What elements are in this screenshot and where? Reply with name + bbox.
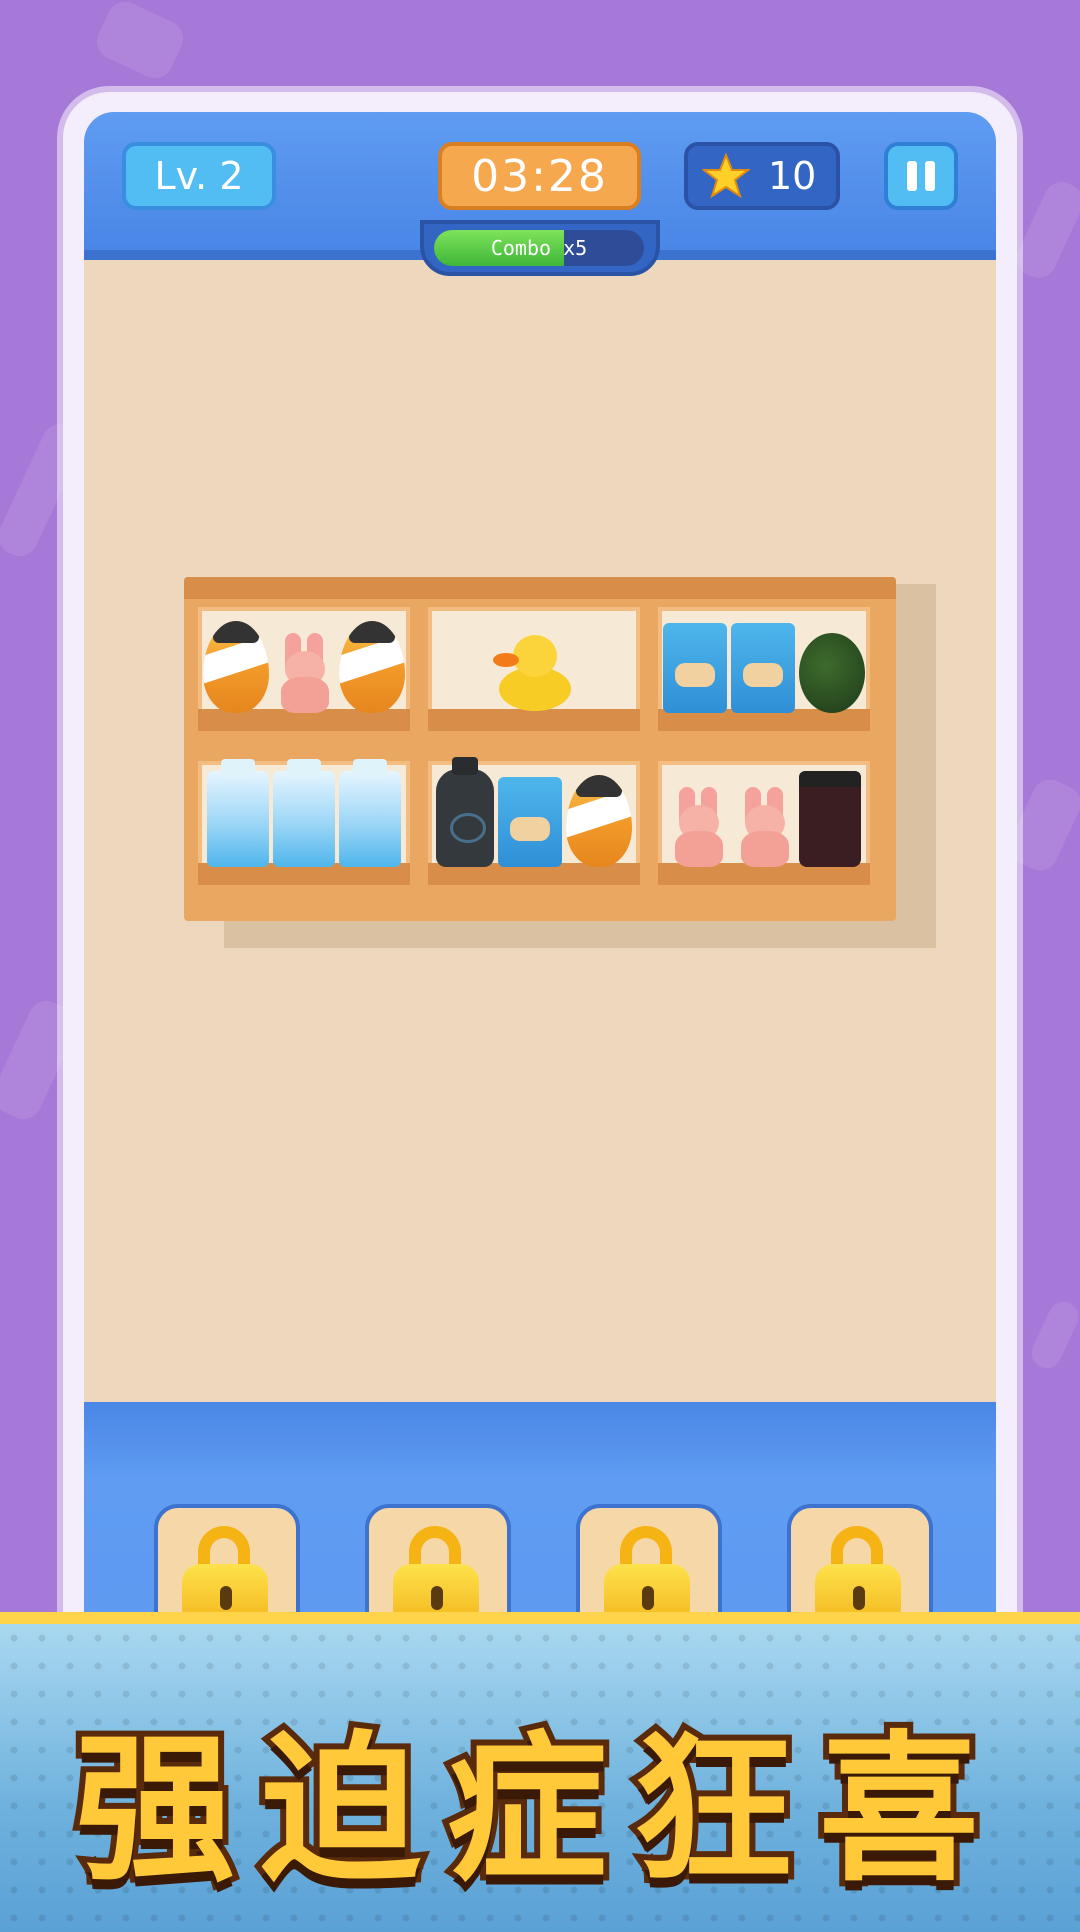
milk-item[interactable] [339,759,401,867]
lock-icon [182,1526,268,1628]
jar-item[interactable] [799,771,861,867]
chips-item[interactable] [498,777,562,867]
bottle-item[interactable] [436,757,494,867]
bunny-item[interactable] [273,633,335,713]
lock-icon [604,1526,690,1628]
shelf-cell[interactable] [428,607,640,731]
shelf-top-board [184,577,896,599]
milk-item[interactable] [273,759,335,867]
chips-item[interactable] [663,623,727,713]
cabbage-item[interactable] [799,633,865,713]
egg-item[interactable] [566,775,632,867]
lock-icon [393,1526,479,1628]
pause-button[interactable] [884,142,958,210]
star-icon [702,152,750,199]
bunny-item[interactable] [667,787,729,867]
shelf-cell[interactable] [198,607,410,731]
duck-item[interactable] [493,633,575,713]
game-screen: Lv. 2 03:28 10 Combo x5 [84,112,996,1792]
chips-item[interactable] [731,623,795,713]
shelf-cell[interactable] [658,607,870,731]
star-count: 10 [768,154,817,198]
combo-progress-bar: Combo x5 [434,230,644,266]
timer-display: 03:28 [438,142,641,210]
shelf-cell[interactable] [198,759,410,885]
egg-item[interactable] [339,621,405,713]
combo-label: Combo x5 [490,236,588,260]
bunny-item[interactable] [733,787,795,867]
shelf-cell[interactable] [658,761,870,885]
lock-icon [815,1526,901,1628]
milk-item[interactable] [207,759,269,867]
egg-item[interactable] [203,621,269,713]
shelf-cabinet [184,577,896,921]
star-counter: 10 [684,142,840,210]
banner-title: 强迫症狂喜 [69,1710,1005,1909]
combo-meter: Combo x5 [420,220,660,276]
pause-icon [907,161,935,191]
shelf-cell[interactable] [428,757,640,885]
level-badge: Lv. 2 [122,142,276,210]
